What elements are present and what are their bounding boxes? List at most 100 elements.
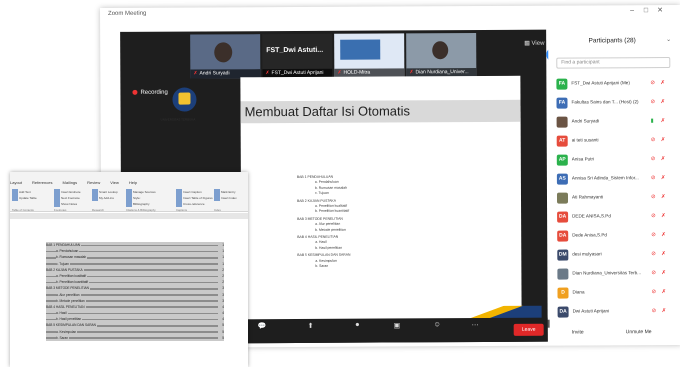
close-icon[interactable]: ✕ [656, 7, 664, 15]
command-label: Insert Caption [183, 189, 202, 194]
reactions-icon[interactable]: ☺ [434, 321, 441, 328]
command-icon [54, 201, 60, 207]
command-icon [12, 195, 18, 201]
ribbon-tab[interactable]: Review [87, 180, 100, 185]
ribbon-command[interactable]: Update Table [12, 195, 37, 201]
participants-panel: Participants (28) ⌄ Find a participant F… [548, 28, 678, 342]
toc-entry-text: a. Alur penelitian [56, 292, 81, 297]
participant-row[interactable]: D Diana ⊘ ✗ [555, 284, 675, 304]
breakout-icon[interactable]: ▣ [394, 321, 401, 329]
ribbon-group: Manage Sources Style: Bibliography [126, 189, 156, 207]
panel-collapse-icon[interactable]: ⌄ [666, 36, 671, 43]
share-screen-icon[interactable]: ⬆ [308, 322, 314, 330]
thumbnail-name: FST_Dwi Astuti Aprijani [271, 69, 324, 77]
avatar: DM [557, 249, 569, 261]
slide-toc-item: b. Metode penelitian [315, 227, 346, 232]
record-button-icon[interactable]: ⏺ [356, 322, 360, 330]
video-thumbnail[interactable]: FST_Dwi Astuti... ✗ FST_Dwi Astuti Aprija… [262, 33, 333, 79]
mic-muted-icon: ✗ [661, 308, 667, 315]
ribbon-command[interactable]: Show Notes [54, 201, 81, 207]
participant-row[interactable]: DA DEDE ANISA,S.Pd ⊘ ✗ [555, 208, 675, 228]
video-thumbnail[interactable]: ✗ HOLD-Mitra [334, 33, 405, 78]
participant-row[interactable]: AS Annisa Sri Adinda_Sistem Infor... ⊘ ✗ [555, 170, 675, 190]
command-label: Insert Index [221, 195, 237, 200]
ribbon-command[interactable]: Bibliography [126, 201, 156, 207]
mic-muted-icon: ✗ [660, 175, 666, 182]
mic-muted-icon: ✗ [661, 213, 666, 220]
video-thumbnail[interactable]: ✗ Andri Suryadi [190, 34, 261, 79]
ribbon-tab[interactable]: References [32, 180, 52, 185]
unmute-me-button[interactable]: Unmute Me [626, 329, 652, 335]
recording-indicator[interactable]: Recording [132, 90, 168, 96]
ribbon-tab[interactable]: Help [129, 180, 137, 185]
mic-muted-icon: ✗ [265, 70, 270, 77]
toc-entry-text: a. Kesimpulan [56, 329, 78, 334]
maximize-icon[interactable]: □ [642, 7, 650, 15]
ribbon-group: Add Text Update Table [12, 189, 37, 201]
participant-name: Dian Nurdiana_Universitas Terb... [572, 270, 642, 276]
participant-row[interactable]: Ati Rahmayanti ⊘ ✗ [555, 189, 675, 209]
ribbon-tab[interactable]: View [110, 180, 119, 185]
ribbon-tab[interactable]: Mailings [62, 180, 77, 185]
participant-row[interactable]: Andri Suryadi ▮ ✗ [555, 113, 675, 133]
invite-button[interactable]: Invite [572, 329, 584, 335]
participant-row[interactable]: FA FST_Dwi Astuti Aprijani (Me) ⊘ ✗ [554, 75, 674, 95]
ribbon-command[interactable]: Cross-reference [176, 201, 213, 207]
command-icon [126, 201, 132, 207]
mic-muted-icon: ✗ [661, 270, 667, 277]
ribbon-command[interactable]: My Add-ins [92, 195, 118, 201]
toc-entry-text: BAB 1 PENDAHULUAN [46, 243, 82, 247]
participant-row[interactable]: DA Dede Anisa,S.Pd ⊘ ✗ [555, 227, 675, 247]
command-label: My Add-ins [99, 195, 114, 200]
ribbon-group-label: Table of Contents [12, 208, 34, 212]
thumbnail-name: Andri Suryadi [199, 70, 230, 77]
command-label: Add Text [19, 189, 31, 194]
avatar: DA [557, 211, 569, 223]
participant-row[interactable]: FA Fakultas Sains dan T... (Host) (2) ⊘ ✗ [554, 94, 674, 114]
mic-muted-icon: ✗ [660, 137, 666, 144]
command-label: Show Notes [61, 201, 78, 206]
window-title: Zoom Meeting [108, 10, 147, 17]
participant-row[interactable]: DA Dwi Astuti Aprijani ⊘ ✗ [556, 303, 676, 323]
ribbon-group: Insert Endnote Next Footnote Show Notes [54, 189, 81, 207]
toc-entry-text: BAB 5 KESIMPULAN DAN SARAN [46, 323, 97, 328]
leave-button[interactable]: Leave [513, 323, 544, 336]
avatar [556, 192, 569, 204]
video-off-icon: ⊘ [651, 213, 656, 220]
avatar: FA [556, 97, 568, 109]
participant-row[interactable]: Dian Nurdiana_Universitas Terb... ⊘ ✗ [555, 265, 675, 285]
toc-page-number: 5 [222, 334, 224, 341]
video-off-icon: ⊘ [650, 99, 656, 106]
more-icon[interactable]: ⋯ [472, 321, 479, 329]
desktop: Zoom Meeting – □ ✕ ✗ Andri Suryadi FST_Dw… [0, 0, 680, 367]
command-label: Insert Endnote [61, 189, 81, 194]
toc-leader [46, 312, 218, 315]
view-button[interactable]: ▦ View [524, 40, 544, 47]
minimize-icon[interactable]: – [628, 7, 636, 15]
slide-toc-item: b. Hasil penelitian [315, 245, 343, 250]
ribbon-command[interactable]: Insert Index [214, 195, 237, 201]
participant-row[interactable]: DM desi mulyasari ⊘ ✗ [555, 246, 675, 266]
video-on-icon: ▮ [650, 118, 654, 125]
ribbon-group: Mark Entry Insert Index [214, 189, 237, 201]
ribbon-group-label: Research [92, 208, 104, 212]
ribbon-tabs: Layout References Mailings Review View Help [10, 180, 248, 186]
avatar [557, 268, 569, 280]
toc-entry[interactable]: b. Saran 5 [46, 334, 224, 341]
slide-toc-item: b. Penelitian kuantitatif [315, 209, 350, 214]
command-label: Bibliography [133, 201, 150, 206]
participant-search-input[interactable]: Find a participant [556, 57, 671, 69]
toc-entry-text: c. Tujuan [56, 261, 70, 266]
toc-entry-text: b. Metode penelitian [56, 298, 86, 303]
participant-row[interactable]: AP Anisa Putri ⊘ ✗ [555, 151, 675, 171]
ribbon-tab[interactable]: Layout [10, 180, 22, 185]
toc-entry-text: b. Hasil penelitian [56, 317, 83, 322]
command-icon [92, 195, 98, 201]
chat-icon[interactable]: 💬 [258, 322, 267, 330]
ribbon: Layout References Mailings Review View Help A… [10, 172, 248, 212]
video-thumbnail[interactable]: ✗ Dian Nurdiana_Univer... [406, 33, 477, 78]
participant-row[interactable]: AT ai teti susanti ⊘ ✗ [555, 132, 675, 152]
toc-leader [46, 337, 218, 339]
toc-entry-text: a. Hasil [56, 311, 68, 316]
video-off-icon: ⊘ [650, 156, 656, 163]
